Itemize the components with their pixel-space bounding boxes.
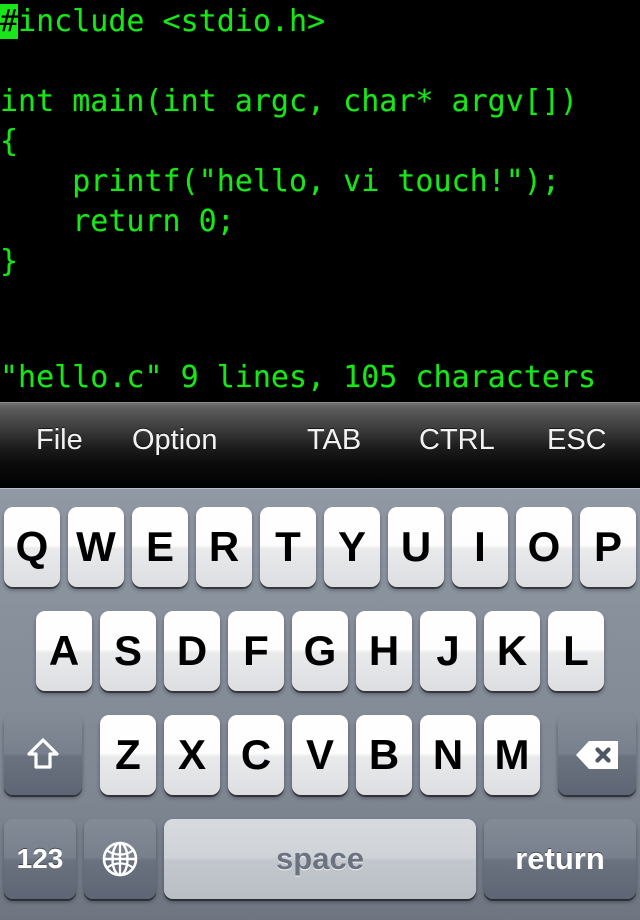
- terminal-line: return 0;: [0, 204, 235, 239]
- shift-key[interactable]: [4, 715, 82, 795]
- key-c[interactable]: C: [228, 715, 284, 795]
- key-h[interactable]: H: [356, 611, 412, 691]
- key-s[interactable]: S: [100, 611, 156, 691]
- keyboard-row-bottom: 123 space return: [0, 819, 640, 905]
- key-f[interactable]: F: [228, 611, 284, 691]
- terminal-status-line: "hello.c" 9 lines, 105 characters: [0, 360, 597, 395]
- vi-touch-app: #include <stdio.h> int main(int argc, ch…: [0, 0, 640, 920]
- key-b[interactable]: B: [356, 715, 412, 795]
- backspace-delete-icon: [574, 739, 620, 771]
- key-d[interactable]: D: [164, 611, 220, 691]
- key-g[interactable]: G: [292, 611, 348, 691]
- toolbar-item-ctrl[interactable]: CTRL: [419, 423, 495, 457]
- shift-arrow-icon: [26, 737, 60, 773]
- key-n[interactable]: N: [420, 715, 476, 795]
- key-u[interactable]: U: [388, 507, 444, 587]
- key-k[interactable]: K: [484, 611, 540, 691]
- key-i[interactable]: I: [452, 507, 508, 587]
- toolbar-item-esc[interactable]: ESC: [547, 423, 607, 457]
- terminal-view[interactable]: #include <stdio.h> int main(int argc, ch…: [0, 0, 640, 402]
- key-a[interactable]: A: [36, 611, 92, 691]
- onscreen-keyboard: Q W E R T Y U I O P A S D F G H J K L Z …: [0, 488, 640, 920]
- key-p[interactable]: P: [580, 507, 636, 587]
- terminal-line-text: include <stdio.h>: [18, 4, 326, 39]
- key-y[interactable]: Y: [324, 507, 380, 587]
- delete-key[interactable]: [558, 715, 636, 795]
- toolbar-item-tab[interactable]: TAB: [307, 423, 361, 457]
- return-key[interactable]: return: [484, 819, 636, 899]
- numeric-mode-key[interactable]: 123: [4, 819, 76, 899]
- terminal-line: }: [0, 244, 19, 279]
- key-z[interactable]: Z: [100, 715, 156, 795]
- toolbar-item-file[interactable]: File: [36, 423, 83, 457]
- key-r[interactable]: R: [196, 507, 252, 587]
- globe-icon: [100, 839, 140, 879]
- keyboard-row-asdf: A S D F G H J K L: [0, 611, 640, 697]
- toolbar: File Option TAB CTRL ESC: [0, 402, 640, 488]
- key-l[interactable]: L: [548, 611, 604, 691]
- key-x[interactable]: X: [164, 715, 220, 795]
- terminal-line: int main(int argc, char* argv[]): [0, 84, 578, 119]
- terminal-line: printf("hello, vi touch!");: [0, 164, 560, 199]
- key-o[interactable]: O: [516, 507, 572, 587]
- keyboard-row-qwerty: Q W E R T Y U I O P: [0, 507, 640, 593]
- key-e[interactable]: E: [132, 507, 188, 587]
- terminal-line: {: [0, 124, 19, 159]
- key-q[interactable]: Q: [4, 507, 60, 587]
- terminal-line: #include <stdio.h>: [0, 2, 325, 42]
- space-key[interactable]: space: [164, 819, 476, 899]
- toolbar-item-option[interactable]: Option: [132, 423, 217, 457]
- keyboard-row-zxcv: Z X C V B N M: [0, 715, 640, 801]
- globe-key[interactable]: [84, 819, 156, 899]
- key-m[interactable]: M: [484, 715, 540, 795]
- key-j[interactable]: J: [420, 611, 476, 691]
- terminal-cursor: #: [0, 4, 19, 39]
- key-v[interactable]: V: [292, 715, 348, 795]
- key-t[interactable]: T: [260, 507, 316, 587]
- key-w[interactable]: W: [68, 507, 124, 587]
